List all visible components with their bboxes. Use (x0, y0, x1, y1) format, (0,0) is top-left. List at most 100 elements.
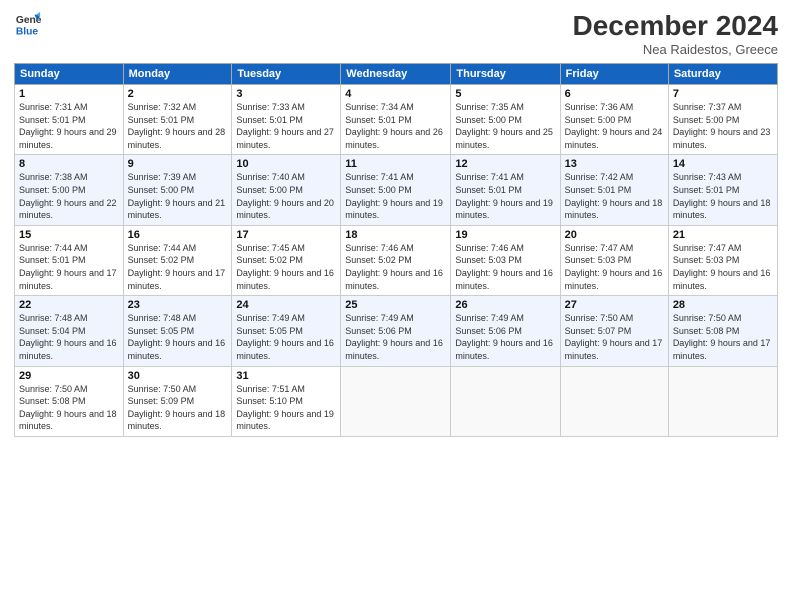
day-info: Sunrise: 7:35 AM Sunset: 5:00 PM Dayligh… (455, 101, 555, 151)
day-info: Sunrise: 7:41 AM Sunset: 5:01 PM Dayligh… (455, 171, 555, 221)
table-row: 18 Sunrise: 7:46 AM Sunset: 5:02 PM Dayl… (341, 225, 451, 295)
table-row: 7 Sunrise: 7:37 AM Sunset: 5:00 PM Dayli… (668, 85, 777, 155)
calendar-week-1: 1 Sunrise: 7:31 AM Sunset: 5:01 PM Dayli… (15, 85, 778, 155)
calendar-week-2: 8 Sunrise: 7:38 AM Sunset: 5:00 PM Dayli… (15, 155, 778, 225)
day-number: 11 (345, 158, 446, 170)
day-info: Sunrise: 7:47 AM Sunset: 5:03 PM Dayligh… (565, 242, 664, 292)
month-title: December 2024 (573, 10, 778, 42)
day-info: Sunrise: 7:31 AM Sunset: 5:01 PM Dayligh… (19, 101, 119, 151)
table-row: 22 Sunrise: 7:48 AM Sunset: 5:04 PM Dayl… (15, 296, 124, 366)
table-row: 20 Sunrise: 7:47 AM Sunset: 5:03 PM Dayl… (560, 225, 668, 295)
day-info: Sunrise: 7:44 AM Sunset: 5:01 PM Dayligh… (19, 242, 119, 292)
day-info: Sunrise: 7:36 AM Sunset: 5:00 PM Dayligh… (565, 101, 664, 151)
table-row: 29 Sunrise: 7:50 AM Sunset: 5:08 PM Dayl… (15, 366, 124, 436)
location-subtitle: Nea Raidestos, Greece (573, 42, 778, 57)
day-info: Sunrise: 7:32 AM Sunset: 5:01 PM Dayligh… (128, 101, 228, 151)
table-row (341, 366, 451, 436)
day-info: Sunrise: 7:39 AM Sunset: 5:00 PM Dayligh… (128, 171, 228, 221)
day-number: 12 (455, 158, 555, 170)
calendar-week-4: 22 Sunrise: 7:48 AM Sunset: 5:04 PM Dayl… (15, 296, 778, 366)
table-row: 12 Sunrise: 7:41 AM Sunset: 5:01 PM Dayl… (451, 155, 560, 225)
table-row: 6 Sunrise: 7:36 AM Sunset: 5:00 PM Dayli… (560, 85, 668, 155)
day-info: Sunrise: 7:47 AM Sunset: 5:03 PM Dayligh… (673, 242, 773, 292)
day-info: Sunrise: 7:42 AM Sunset: 5:01 PM Dayligh… (565, 171, 664, 221)
table-row: 23 Sunrise: 7:48 AM Sunset: 5:05 PM Dayl… (123, 296, 232, 366)
table-row: 27 Sunrise: 7:50 AM Sunset: 5:07 PM Dayl… (560, 296, 668, 366)
day-number: 10 (236, 158, 336, 170)
day-info: Sunrise: 7:48 AM Sunset: 5:04 PM Dayligh… (19, 312, 119, 362)
day-number: 19 (455, 229, 555, 241)
day-info: Sunrise: 7:43 AM Sunset: 5:01 PM Dayligh… (673, 171, 773, 221)
calendar-header-row: Sunday Monday Tuesday Wednesday Thursday… (15, 64, 778, 85)
col-friday: Friday (560, 64, 668, 85)
table-row: 13 Sunrise: 7:42 AM Sunset: 5:01 PM Dayl… (560, 155, 668, 225)
table-row (668, 366, 777, 436)
col-wednesday: Wednesday (341, 64, 451, 85)
day-number: 26 (455, 299, 555, 311)
table-row: 31 Sunrise: 7:51 AM Sunset: 5:10 PM Dayl… (232, 366, 341, 436)
day-number: 28 (673, 299, 773, 311)
table-row: 26 Sunrise: 7:49 AM Sunset: 5:06 PM Dayl… (451, 296, 560, 366)
day-number: 31 (236, 370, 336, 382)
calendar-week-5: 29 Sunrise: 7:50 AM Sunset: 5:08 PM Dayl… (15, 366, 778, 436)
svg-text:Blue: Blue (16, 26, 39, 37)
day-number: 27 (565, 299, 664, 311)
day-number: 5 (455, 88, 555, 100)
table-row: 21 Sunrise: 7:47 AM Sunset: 5:03 PM Dayl… (668, 225, 777, 295)
calendar-week-3: 15 Sunrise: 7:44 AM Sunset: 5:01 PM Dayl… (15, 225, 778, 295)
table-row: 8 Sunrise: 7:38 AM Sunset: 5:00 PM Dayli… (15, 155, 124, 225)
calendar-table: Sunday Monday Tuesday Wednesday Thursday… (14, 63, 778, 437)
day-info: Sunrise: 7:49 AM Sunset: 5:05 PM Dayligh… (236, 312, 336, 362)
table-row: 2 Sunrise: 7:32 AM Sunset: 5:01 PM Dayli… (123, 85, 232, 155)
day-number: 20 (565, 229, 664, 241)
table-row: 30 Sunrise: 7:50 AM Sunset: 5:09 PM Dayl… (123, 366, 232, 436)
day-number: 22 (19, 299, 119, 311)
day-number: 21 (673, 229, 773, 241)
table-row: 10 Sunrise: 7:40 AM Sunset: 5:00 PM Dayl… (232, 155, 341, 225)
table-row (451, 366, 560, 436)
day-info: Sunrise: 7:50 AM Sunset: 5:08 PM Dayligh… (19, 383, 119, 433)
table-row: 17 Sunrise: 7:45 AM Sunset: 5:02 PM Dayl… (232, 225, 341, 295)
table-row: 11 Sunrise: 7:41 AM Sunset: 5:00 PM Dayl… (341, 155, 451, 225)
day-info: Sunrise: 7:50 AM Sunset: 5:09 PM Dayligh… (128, 383, 228, 433)
day-info: Sunrise: 7:33 AM Sunset: 5:01 PM Dayligh… (236, 101, 336, 151)
day-info: Sunrise: 7:38 AM Sunset: 5:00 PM Dayligh… (19, 171, 119, 221)
day-number: 14 (673, 158, 773, 170)
header: General Blue December 2024 Nea Raidestos… (14, 10, 778, 57)
logo: General Blue (14, 10, 42, 38)
table-row: 15 Sunrise: 7:44 AM Sunset: 5:01 PM Dayl… (15, 225, 124, 295)
day-number: 8 (19, 158, 119, 170)
day-number: 18 (345, 229, 446, 241)
table-row: 24 Sunrise: 7:49 AM Sunset: 5:05 PM Dayl… (232, 296, 341, 366)
day-number: 24 (236, 299, 336, 311)
table-row: 19 Sunrise: 7:46 AM Sunset: 5:03 PM Dayl… (451, 225, 560, 295)
col-saturday: Saturday (668, 64, 777, 85)
day-info: Sunrise: 7:37 AM Sunset: 5:00 PM Dayligh… (673, 101, 773, 151)
table-row: 5 Sunrise: 7:35 AM Sunset: 5:00 PM Dayli… (451, 85, 560, 155)
day-info: Sunrise: 7:48 AM Sunset: 5:05 PM Dayligh… (128, 312, 228, 362)
day-number: 4 (345, 88, 446, 100)
day-info: Sunrise: 7:40 AM Sunset: 5:00 PM Dayligh… (236, 171, 336, 221)
table-row: 28 Sunrise: 7:50 AM Sunset: 5:08 PM Dayl… (668, 296, 777, 366)
day-number: 16 (128, 229, 228, 241)
day-number: 15 (19, 229, 119, 241)
day-number: 7 (673, 88, 773, 100)
day-info: Sunrise: 7:45 AM Sunset: 5:02 PM Dayligh… (236, 242, 336, 292)
day-info: Sunrise: 7:41 AM Sunset: 5:00 PM Dayligh… (345, 171, 446, 221)
table-row: 25 Sunrise: 7:49 AM Sunset: 5:06 PM Dayl… (341, 296, 451, 366)
table-row: 16 Sunrise: 7:44 AM Sunset: 5:02 PM Dayl… (123, 225, 232, 295)
day-number: 3 (236, 88, 336, 100)
day-info: Sunrise: 7:46 AM Sunset: 5:03 PM Dayligh… (455, 242, 555, 292)
day-info: Sunrise: 7:34 AM Sunset: 5:01 PM Dayligh… (345, 101, 446, 151)
day-info: Sunrise: 7:44 AM Sunset: 5:02 PM Dayligh… (128, 242, 228, 292)
day-number: 25 (345, 299, 446, 311)
table-row: 3 Sunrise: 7:33 AM Sunset: 5:01 PM Dayli… (232, 85, 341, 155)
col-tuesday: Tuesday (232, 64, 341, 85)
col-sunday: Sunday (15, 64, 124, 85)
day-number: 30 (128, 370, 228, 382)
table-row: 1 Sunrise: 7:31 AM Sunset: 5:01 PM Dayli… (15, 85, 124, 155)
title-block: December 2024 Nea Raidestos, Greece (573, 10, 778, 57)
day-number: 13 (565, 158, 664, 170)
day-info: Sunrise: 7:51 AM Sunset: 5:10 PM Dayligh… (236, 383, 336, 433)
table-row: 14 Sunrise: 7:43 AM Sunset: 5:01 PM Dayl… (668, 155, 777, 225)
